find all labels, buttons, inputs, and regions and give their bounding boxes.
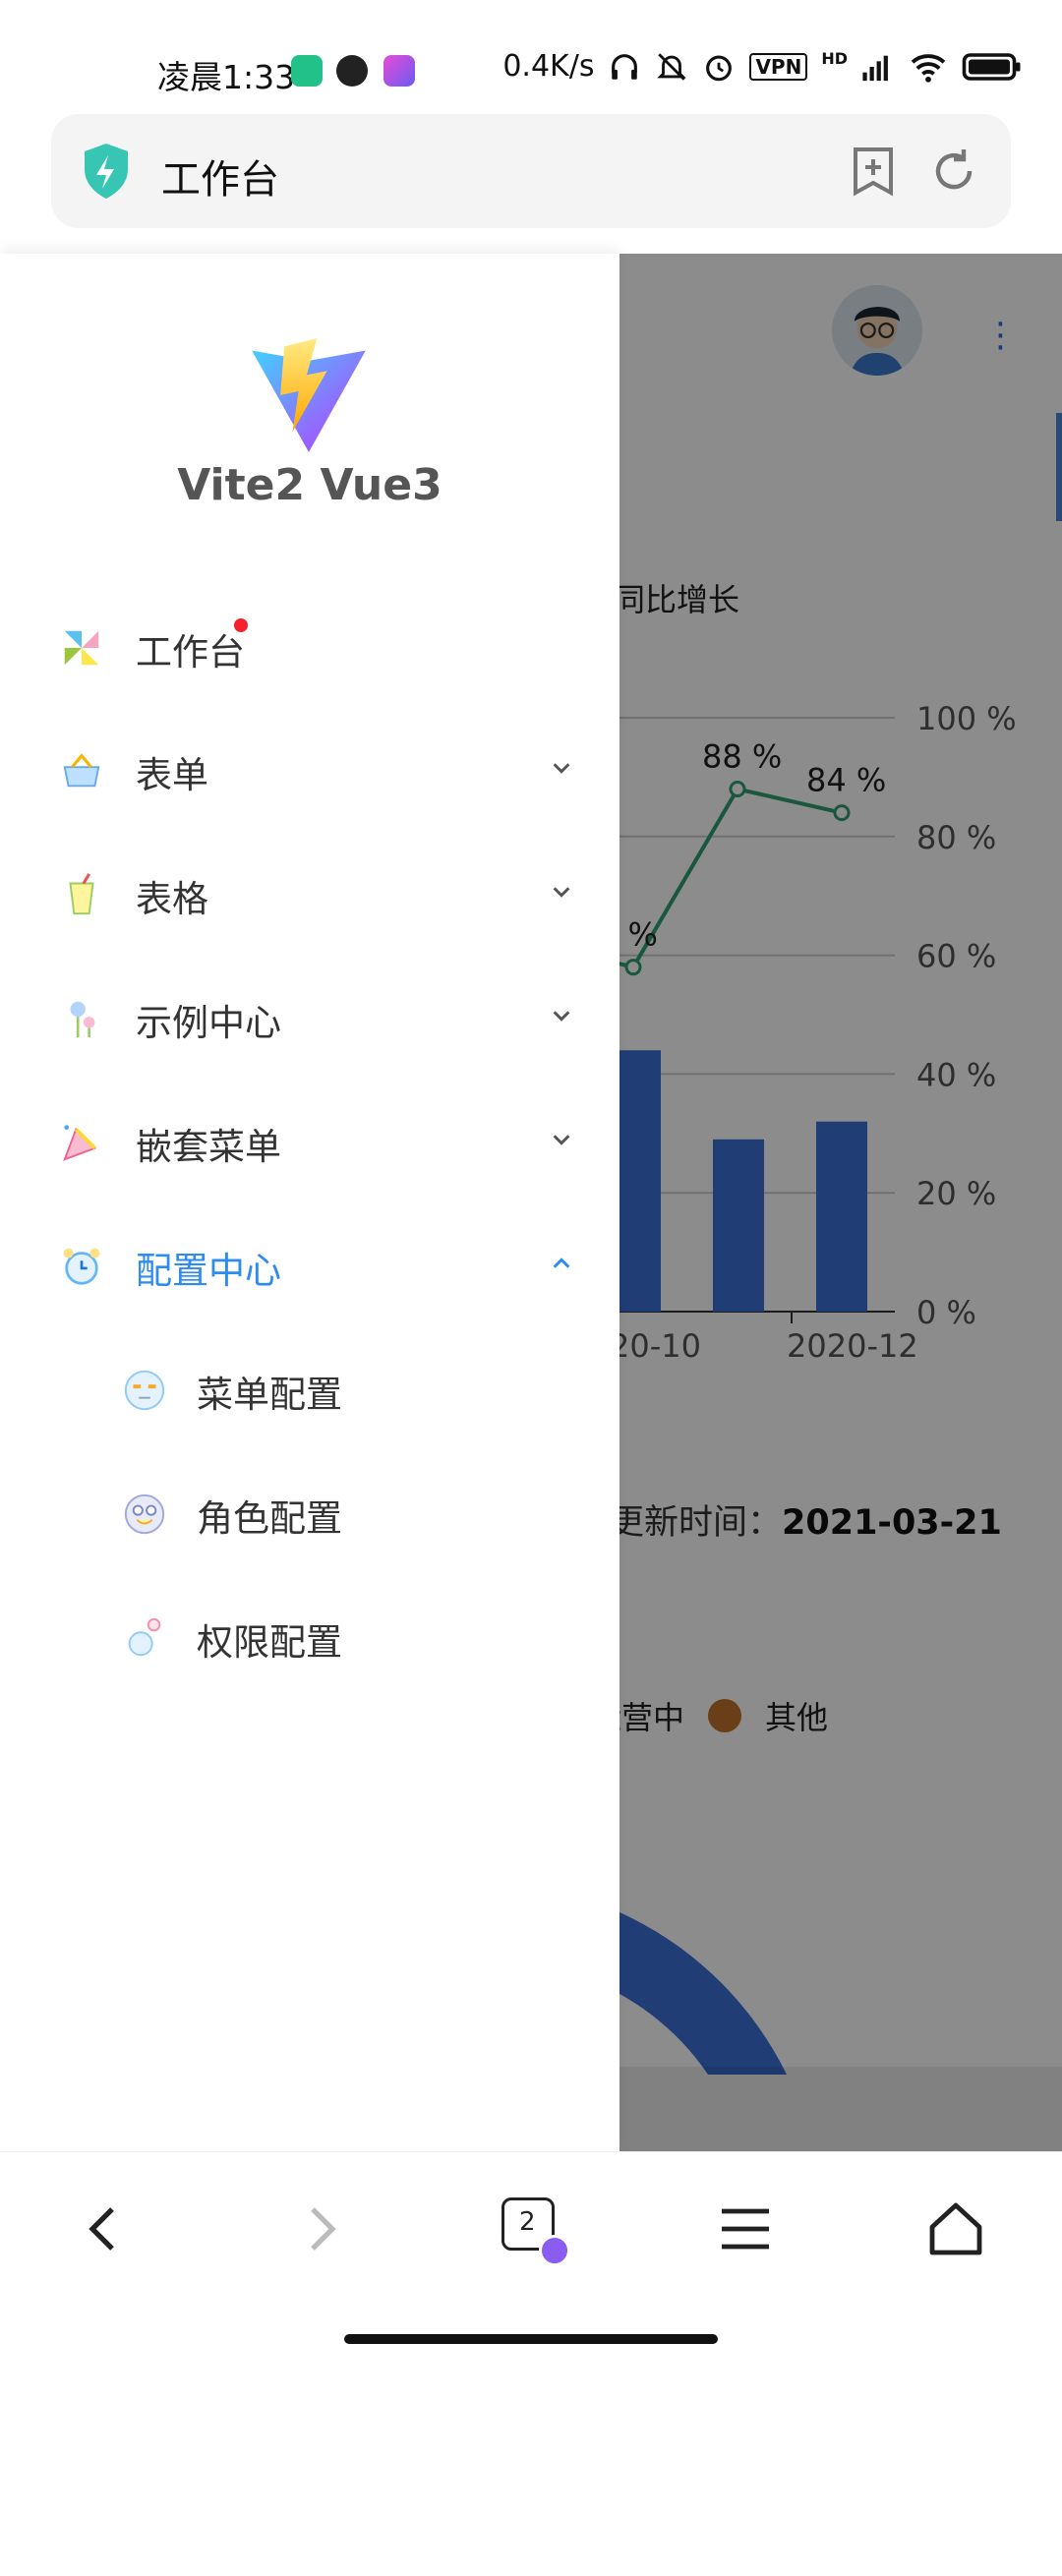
- mute-bell-icon: [657, 52, 687, 81]
- add-bookmark-icon[interactable]: [846, 144, 901, 199]
- wifi-icon: [911, 53, 946, 83]
- home-icon[interactable]: [924, 2197, 987, 2260]
- submenu-item-2[interactable]: 权限配置: [0, 1583, 620, 1691]
- signal-icon: [862, 55, 888, 81]
- app-shield-icon: [291, 55, 323, 87]
- browser-bottom-nav: 2: [0, 2151, 1062, 2361]
- status-time: 凌晨1:33: [157, 58, 296, 96]
- page-title[interactable]: 工作台: [161, 147, 279, 205]
- chevron-down-icon[interactable]: [551, 1129, 572, 1150]
- chevron-down-icon[interactable]: [551, 757, 572, 779]
- menu-label: 嵌套菜单: [136, 1126, 281, 1168]
- chevron-up-icon[interactable]: [551, 1253, 572, 1274]
- menu-label: 表单: [136, 754, 208, 796]
- alarm-icon: [706, 55, 733, 81]
- network-speed: 0.4K/s: [502, 49, 595, 84]
- flower-icon: [59, 996, 104, 1041]
- side-drawer: Vite2 Vue3 工作台表单表格示例中心嵌套菜单配置中心菜单配置角色配置权限…: [0, 254, 620, 2151]
- sleepy-face-icon: [122, 1368, 167, 1413]
- brand-title: Vite2 Vue3: [177, 460, 442, 510]
- headphones-icon: [612, 53, 638, 80]
- security-shield-icon: [85, 144, 128, 199]
- chevron-down-icon[interactable]: [551, 1005, 572, 1026]
- app-clock-icon: [336, 55, 368, 87]
- submenu-item-0[interactable]: 菜单配置: [0, 1335, 620, 1443]
- menu-item-0[interactable]: 工作台: [0, 593, 620, 701]
- bubble-icon: [122, 1615, 167, 1661]
- back-icon[interactable]: [73, 2197, 136, 2260]
- submenu-item-1[interactable]: 角色配置: [0, 1459, 620, 1567]
- menu-label: 工作台: [136, 631, 245, 673]
- app-gallery-icon: [384, 55, 415, 87]
- menu-item-1[interactable]: 表单: [0, 716, 620, 824]
- basket-icon: [59, 748, 104, 793]
- menu-label: 表格: [136, 878, 208, 920]
- notification-dot: [234, 618, 248, 632]
- party-popper-icon: [59, 1120, 104, 1165]
- vpn-badge: VPN: [749, 52, 808, 81]
- status-bar: 凌晨1:33 0.4K/s VPN HD: [0, 0, 1062, 108]
- refresh-icon[interactable]: [926, 144, 981, 199]
- drink-cup-icon: [59, 872, 104, 917]
- status-right: 0.4K/s VPN HD: [502, 49, 1023, 84]
- alarm-clock-icon: [59, 1244, 104, 1289]
- menu-item-4[interactable]: 嵌套菜单: [0, 1087, 620, 1196]
- home-indicator[interactable]: [344, 2334, 718, 2344]
- menu-item-5[interactable]: 配置中心: [0, 1211, 620, 1319]
- happy-face-icon: [122, 1492, 167, 1537]
- battery-icon: [962, 52, 1021, 81]
- menu-icon[interactable]: [714, 2197, 777, 2260]
- forward-icon[interactable]: [289, 2197, 352, 2260]
- incognito-badge-icon: [539, 2235, 570, 2266]
- menu-label: 配置中心: [136, 1250, 281, 1292]
- vite-logo-icon: [252, 338, 366, 452]
- browser-url-bar[interactable]: 工作台: [51, 114, 1011, 228]
- chevron-down-icon[interactable]: [551, 881, 572, 903]
- submenu-label: 角色配置: [197, 1497, 342, 1540]
- menu-label: 示例中心: [136, 1002, 281, 1044]
- menu-item-3[interactable]: 示例中心: [0, 964, 620, 1072]
- submenu-label: 权限配置: [197, 1621, 342, 1664]
- tabs-button[interactable]: 2: [502, 2197, 570, 2266]
- tab-count: 2: [519, 2207, 536, 2237]
- menu-item-2[interactable]: 表格: [0, 840, 620, 948]
- submenu-label: 菜单配置: [197, 1374, 342, 1416]
- hd-label: HD: [821, 49, 848, 68]
- pinwheel-icon: [59, 625, 104, 671]
